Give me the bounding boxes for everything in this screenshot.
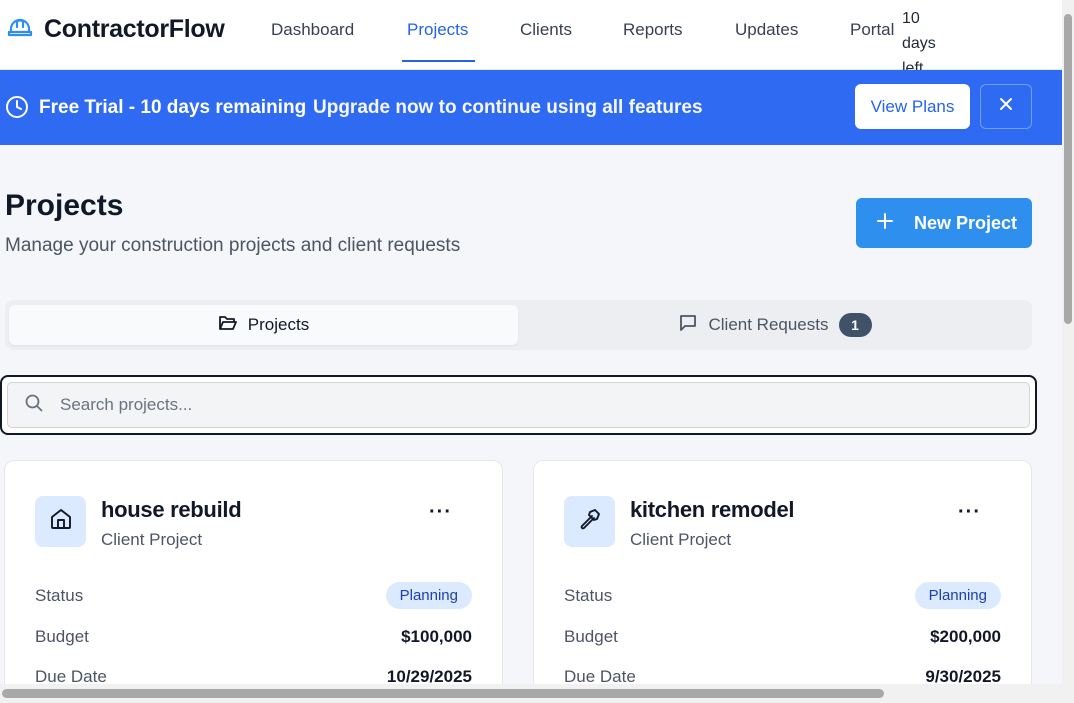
budget-label: Budget xyxy=(35,627,89,646)
more-options-icon[interactable]: ··· xyxy=(429,501,452,524)
budget-label: Budget xyxy=(564,627,618,646)
plus-icon xyxy=(876,212,894,235)
tab-projects-label: Projects xyxy=(247,315,310,334)
home-icon xyxy=(49,507,73,536)
search-field xyxy=(7,382,1030,428)
page-title: Projects xyxy=(5,189,124,222)
tab-client-requests-label: Client Requests xyxy=(708,315,829,334)
more-options-icon[interactable]: ··· xyxy=(958,501,981,524)
vertical-scrollbar-thumb[interactable] xyxy=(1064,14,1072,324)
project-type: Client Project xyxy=(630,530,732,549)
horizontal-scrollbar[interactable] xyxy=(0,684,1062,703)
close-icon xyxy=(999,97,1013,116)
tab-projects[interactable]: Projects xyxy=(9,305,518,345)
trial-message: Upgrade now to continue using all featur… xyxy=(313,97,703,118)
nav-reports[interactable]: Reports xyxy=(623,20,683,40)
status-label: Status xyxy=(564,586,613,605)
nav-portal[interactable]: Portal xyxy=(850,20,894,40)
nav-clients[interactable]: Clients xyxy=(520,20,572,40)
search-box xyxy=(0,375,1037,435)
project-name: kitchen remodel xyxy=(630,497,795,522)
folder-open-icon xyxy=(218,314,238,337)
project-icon-container xyxy=(564,496,615,547)
trial-title: Free Trial - 10 days remaining xyxy=(39,97,307,118)
new-project-label: New Project xyxy=(914,212,1018,233)
status-badge: Planning xyxy=(914,582,1001,609)
status-badge: Planning xyxy=(385,582,472,609)
nav-projects[interactable]: Projects xyxy=(407,20,468,40)
dismiss-banner-button[interactable] xyxy=(980,84,1032,129)
project-type: Client Project xyxy=(101,530,203,549)
app-name: ContractorFlow xyxy=(44,15,225,43)
status-label: Status xyxy=(35,586,84,605)
budget-value: $100,000 xyxy=(401,627,472,646)
clock-icon xyxy=(5,95,29,124)
horizontal-scrollbar-thumb[interactable] xyxy=(2,689,884,698)
trial-banner: Free Trial - 10 days remaining Upgrade n… xyxy=(0,70,1062,145)
page-subtitle: Manage your construction projects and cl… xyxy=(5,235,461,256)
project-icon-container xyxy=(35,496,86,547)
nav-dashboard[interactable]: Dashboard xyxy=(271,20,354,40)
client-requests-count-badge: 1 xyxy=(838,313,872,337)
top-navbar: ContractorFlow Dashboard Projects Client… xyxy=(0,0,1062,77)
vertical-scrollbar[interactable] xyxy=(1062,0,1074,703)
scrollbar-corner xyxy=(1062,684,1074,703)
project-card[interactable]: kitchen remodel Client Project ··· Statu… xyxy=(533,460,1032,703)
tab-client-requests[interactable]: Client Requests 1 xyxy=(525,305,1025,345)
search-icon xyxy=(24,393,44,418)
new-project-button[interactable]: New Project xyxy=(856,198,1032,248)
view-plans-button[interactable]: View Plans xyxy=(855,84,970,129)
brand-logo[interactable]: ContractorFlow xyxy=(6,15,225,44)
hammer-icon xyxy=(578,507,602,536)
hard-hat-icon xyxy=(6,15,34,44)
project-card[interactable]: house rebuild Client Project ··· Status … xyxy=(4,460,503,703)
search-input[interactable] xyxy=(60,395,1029,415)
budget-value: $200,000 xyxy=(930,627,1001,646)
project-tabs: Projects Client Requests 1 xyxy=(5,300,1032,350)
nav-updates[interactable]: Updates xyxy=(735,20,798,40)
project-name: house rebuild xyxy=(101,497,242,522)
nav-active-indicator xyxy=(402,60,475,62)
message-square-icon xyxy=(678,313,698,338)
